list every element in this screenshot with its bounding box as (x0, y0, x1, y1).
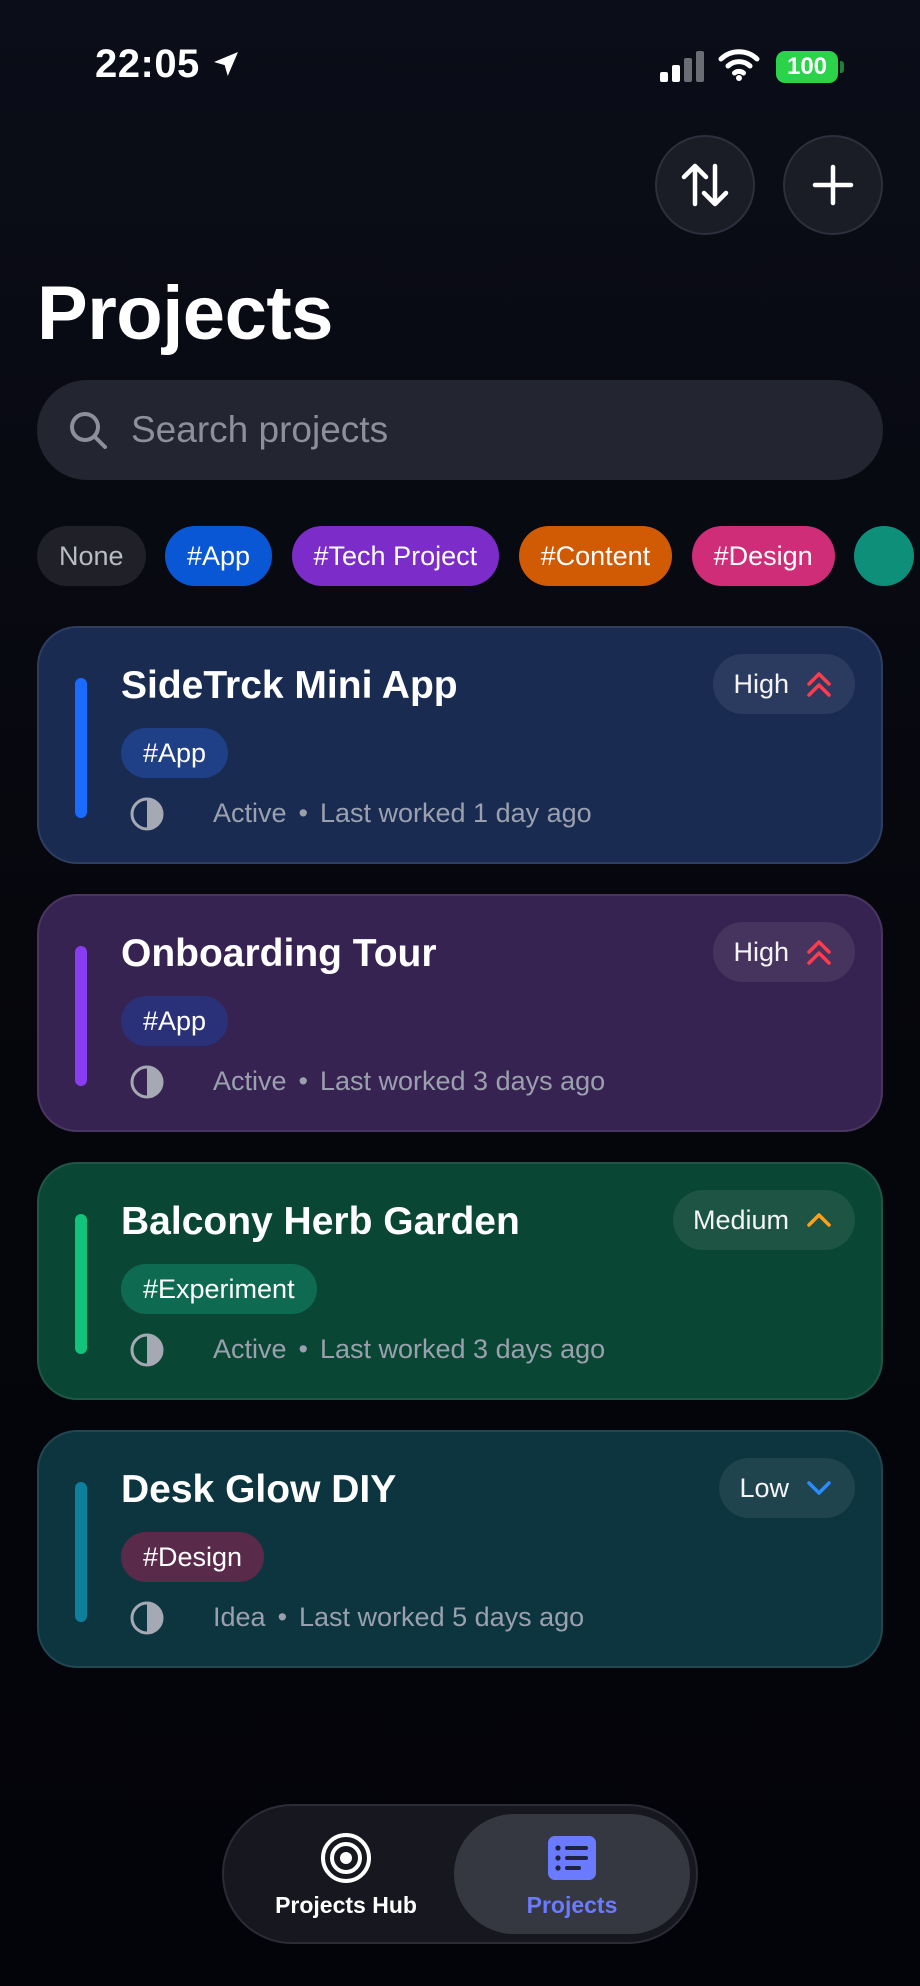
battery-indicator: 100 (776, 51, 838, 83)
priority-badge[interactable]: Low (719, 1458, 855, 1518)
chevron-up-icon (807, 1213, 831, 1227)
project-title: Onboarding Tour (121, 932, 437, 975)
priority-label: Low (739, 1472, 789, 1503)
project-last-worked: Last worked 3 days ago (319, 1066, 606, 1096)
half-circle-progress-icon (130, 1601, 164, 1635)
location-arrow-icon (214, 52, 238, 76)
filter-chip-overflow[interactable] (854, 526, 915, 586)
filter-chip-app[interactable]: #App (165, 526, 273, 586)
meta-separator: • (298, 798, 308, 828)
filter-chip-tech-project[interactable]: #Tech Project (291, 526, 500, 586)
add-project-button[interactable] (783, 135, 883, 235)
priority-label: High (733, 668, 789, 699)
tab-label: Projects (526, 1891, 618, 1918)
project-meta: Idea • Last worked 5 days ago (213, 1602, 584, 1633)
meta-separator: • (298, 1066, 308, 1096)
priority-badge[interactable]: High (713, 654, 855, 714)
card-accent-bar (75, 946, 87, 1086)
project-title: Balcony Herb Garden (121, 1200, 520, 1243)
project-meta: Active • Last worked 3 days ago (213, 1334, 605, 1365)
project-meta: Active • Last worked 1 day ago (213, 798, 592, 829)
project-last-worked: Last worked 5 days ago (299, 1602, 585, 1632)
project-last-worked: Last worked 1 day ago (319, 798, 592, 828)
priority-badge[interactable]: High (713, 922, 855, 982)
priority-label: Medium (692, 1204, 789, 1235)
search-input[interactable] (131, 409, 831, 451)
target-icon (321, 1832, 371, 1883)
status-bar: 22:05 100 (0, 0, 920, 130)
status-time: 22:05 (95, 42, 200, 86)
project-tag: #App (121, 996, 229, 1046)
search-icon (70, 412, 107, 449)
bottom-tab-bar: Projects Hub Projects (222, 1804, 698, 1944)
project-card[interactable]: Desk Glow DIY #Design Idea • Last worked 5… (37, 1430, 883, 1668)
card-accent-bar (75, 1482, 87, 1622)
chevron-down-icon (807, 1481, 831, 1495)
priority-label: High (733, 936, 789, 967)
meta-separator: • (277, 1602, 288, 1632)
priority-badge[interactable]: Medium (672, 1190, 855, 1250)
project-title: Desk Glow DIY (121, 1468, 397, 1511)
project-title: SideTrck Mini App (121, 664, 458, 707)
wifi-icon (718, 49, 760, 81)
plus-icon (812, 164, 854, 206)
double-chevron-up-icon (807, 940, 831, 965)
half-circle-progress-icon (130, 1065, 164, 1099)
filter-chips: None #App #Tech Project #Content #Design (37, 526, 920, 588)
project-status: Active (213, 1334, 287, 1364)
project-last-worked: Last worked 3 days ago (319, 1334, 606, 1364)
project-status: Active (213, 1066, 287, 1096)
filter-chip-design[interactable]: #Design (691, 526, 835, 586)
list-icon (548, 1835, 596, 1880)
search-bar[interactable] (37, 380, 883, 480)
project-status: Active (213, 798, 287, 828)
project-card[interactable]: Balcony Herb Garden #Experiment Active • L… (37, 1162, 883, 1400)
tab-projects-hub[interactable]: Projects Hub (246, 1814, 446, 1934)
project-tag: #Design (121, 1532, 265, 1582)
sort-button[interactable] (655, 135, 755, 235)
double-chevron-up-icon (807, 672, 831, 697)
battery-tip (840, 61, 844, 73)
card-accent-bar (75, 1214, 87, 1354)
screen: 22:05 100 Projects Search projects None … (0, 0, 920, 1986)
project-tag: #App (121, 728, 229, 778)
half-circle-progress-icon (130, 1333, 164, 1367)
tab-projects[interactable]: Projects (454, 1814, 690, 1934)
project-meta: Active • Last worked 3 days ago (213, 1066, 605, 1097)
card-accent-bar (75, 678, 87, 818)
page-title: Projects (37, 271, 333, 356)
filter-chip-content[interactable]: #Content (518, 526, 673, 586)
meta-separator: • (298, 1334, 308, 1364)
sort-arrows-icon (681, 163, 729, 207)
tab-label: Projects Hub (275, 1891, 417, 1918)
project-card[interactable]: SideTrck Mini App #App Active • Last worke… (37, 626, 883, 864)
filter-chip-none[interactable]: None (37, 526, 146, 586)
project-card[interactable]: Onboarding Tour #App Active • Last worked … (37, 894, 883, 1132)
cellular-signal-icon (660, 51, 704, 82)
project-tag: #Experiment (121, 1264, 317, 1314)
project-status: Idea (213, 1602, 266, 1632)
half-circle-progress-icon (130, 797, 164, 831)
